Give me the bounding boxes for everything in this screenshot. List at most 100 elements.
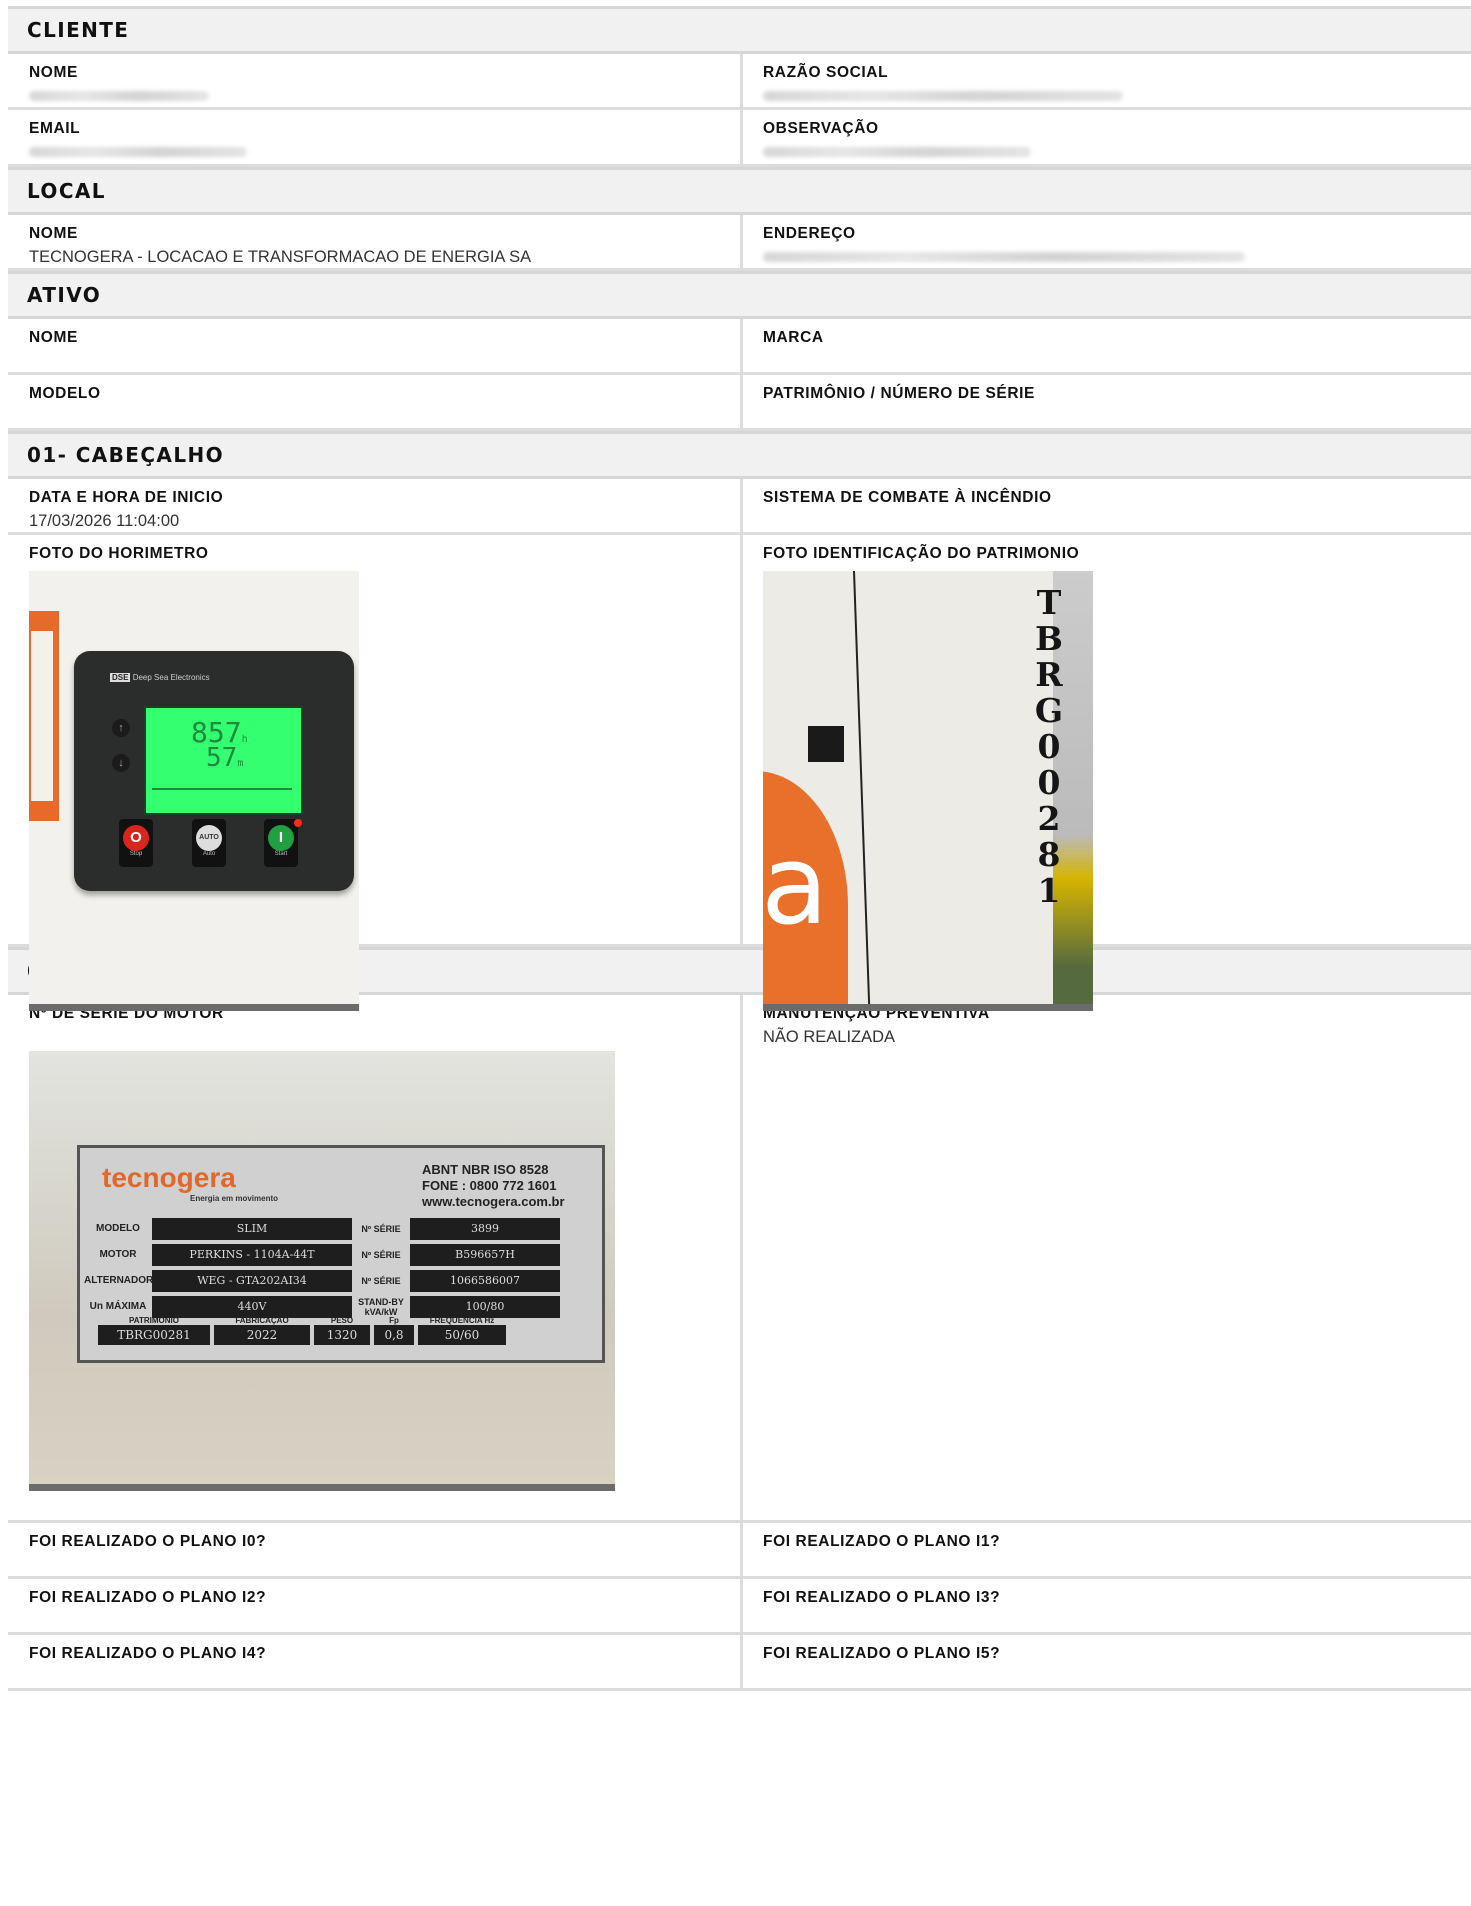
plate-site: www.tecnogera.com.br xyxy=(422,1194,565,1209)
plano-row: FOI REALIZADO O PLANO I4? FOI REALIZADO O… xyxy=(8,1635,1471,1691)
auto-button: AUTO Auto xyxy=(192,819,226,867)
stop-button: O Stop xyxy=(119,819,153,867)
orange-logo-letter: a xyxy=(763,821,829,949)
planos-list: FOI REALIZADO O PLANO I0? FOI REALIZADO O… xyxy=(8,1523,1471,1691)
plate-row-label: ALTERNADOR xyxy=(84,1275,154,1286)
ativo-nome-cell: NOME xyxy=(8,319,743,372)
plate-row-serie-label: Nº SÉRIE xyxy=(361,1275,401,1286)
plate-row-serie-label: Nº SÉRIE xyxy=(361,1223,401,1234)
plate-norm: ABNT NBR ISO 8528 xyxy=(422,1162,549,1177)
plano-row: FOI REALIZADO O PLANO I2? FOI REALIZADO O… xyxy=(8,1579,1471,1635)
inspection-report: CLIENTE NOME RAZÃO SOCIAL EMAIL OBSERVAÇ… xyxy=(8,6,1471,1691)
stencil-char: 8 xyxy=(1037,835,1061,874)
local-row-1: NOME TECNOGERA - LOCACAO E TRANSFORMACAO… xyxy=(8,215,1471,271)
status-led-icon xyxy=(294,819,302,827)
motor-serie-cell: Nº DE SERIE DO MOTOR tecnogera Energia e… xyxy=(8,995,743,1520)
manut-value: NÃO REALIZADA xyxy=(763,1028,896,1046)
plate-row-serie-label: STAND-BY kVA/kW xyxy=(358,1296,404,1317)
ativo-nome-label: NOME xyxy=(29,329,78,346)
nameplate: tecnogera Energia em movimento ABNT NBR … xyxy=(77,1145,605,1363)
start-button: I Start xyxy=(264,819,298,867)
plate-bottom-header: PATRIMÔNIO xyxy=(129,1316,179,1325)
plate-bottom-value: 2022 xyxy=(214,1325,310,1345)
controller-brand: DSE Deep Sea Electronics xyxy=(110,673,210,682)
plate-bottom-value: TBRG00281 xyxy=(98,1325,210,1345)
controller-panel: DSE Deep Sea Electronics ↑ ↓ 857h 57m O … xyxy=(74,651,354,891)
data-hora-label: DATA E HORA DE INICIO xyxy=(29,489,224,506)
cliente-obs-label: OBSERVAÇÃO xyxy=(763,120,879,137)
plate-phone: FONE : 0800 772 1601 xyxy=(422,1178,557,1193)
stencil-char: 1 xyxy=(1037,871,1061,910)
plano-label: FOI REALIZADO O PLANO I5? xyxy=(763,1645,1001,1662)
ativo-row-1: NOME MARCA xyxy=(8,319,1471,375)
plate-row-serie: 100/80 xyxy=(410,1295,560,1318)
patrimonio-photo[interactable]: a TBRG00281 xyxy=(763,571,1093,1011)
arrow-down-icon: ↓ xyxy=(112,754,130,772)
plate-row-serie: 3899 xyxy=(410,1217,560,1240)
local-nome-label: NOME xyxy=(29,225,78,242)
ativo-patrimonio-cell: PATRIMÔNIO / NÚMERO DE SÉRIE xyxy=(743,375,1471,428)
cliente-obs-cell: OBSERVAÇÃO xyxy=(743,110,1471,164)
ativo-marca-label: MARCA xyxy=(763,329,824,346)
cabecalho-row-2: FOTO DO HORIMETRO DSE Deep Sea Electroni… xyxy=(8,535,1471,1011)
stencil-char: 0 xyxy=(1037,763,1061,802)
plano-label: FOI REALIZADO O PLANO I2? xyxy=(29,1589,267,1606)
cliente-razao-cell: RAZÃO SOCIAL xyxy=(743,54,1471,107)
plate-bottom-header: FREQUÊNCIA Hz xyxy=(429,1316,495,1325)
local-endereco-cell: ENDEREÇO xyxy=(743,215,1471,268)
plano-row: FOI REALIZADO O PLANO I0? FOI REALIZADO O… xyxy=(8,1523,1471,1579)
plano-label: FOI REALIZADO O PLANO I4? xyxy=(29,1645,267,1662)
sistema-incendio-label: SISTEMA DE COMBATE À INCÊNDIO xyxy=(763,489,1052,506)
plate-bottom-header: FABRICAÇÃO xyxy=(235,1316,289,1325)
plate-row-label: MODELO xyxy=(96,1223,140,1234)
plano-cell: FOI REALIZADO O PLANO I3? xyxy=(743,1579,1471,1632)
stencil-text: TBRG00281 xyxy=(1033,585,1065,909)
panel-seam xyxy=(853,571,871,1011)
cliente-email-cell: EMAIL xyxy=(8,110,743,164)
plate-bottom-header: PESO xyxy=(330,1316,354,1325)
photo-timestamp xyxy=(29,1484,615,1491)
plate-bottom-value: 50/60 xyxy=(418,1325,506,1345)
cliente-row-2: EMAIL OBSERVAÇÃO xyxy=(8,110,1471,167)
section-ativo-header: ATIVO xyxy=(8,271,1471,319)
plate-row-value: 440V xyxy=(152,1295,352,1318)
plate-row-value: SLIM xyxy=(152,1217,352,1240)
lcd-bar xyxy=(152,788,292,790)
arrow-up-icon: ↑ xyxy=(112,719,130,737)
controller-lcd: 857h 57m xyxy=(144,706,303,815)
cliente-email-label: EMAIL xyxy=(29,120,81,137)
motor-plate-photo[interactable]: tecnogera Energia em movimento ABNT NBR … xyxy=(29,1051,615,1491)
local-nome-value: TECNOGERA - LOCACAO E TRANSFORMACAO DE E… xyxy=(29,248,532,266)
redacted-value xyxy=(763,252,1245,262)
sistema-incendio-cell: SISTEMA DE COMBATE À INCÊNDIO xyxy=(743,479,1471,532)
cliente-nome-label: NOME xyxy=(29,64,78,81)
sticker-decal-inner xyxy=(31,631,53,801)
cliente-nome-cell: NOME xyxy=(8,54,743,107)
horimetro-photo[interactable]: DSE Deep Sea Electronics ↑ ↓ 857h 57m O … xyxy=(29,571,359,1011)
controller-brand-name: Deep Sea Electronics xyxy=(132,673,210,682)
plate-row: MOTOR PERKINS - 1104A-44T Nº SÉRIE B596657H xyxy=(84,1242,602,1267)
cliente-row-1: NOME RAZÃO SOCIAL xyxy=(8,54,1471,110)
plano-label: FOI REALIZADO O PLANO I0? xyxy=(29,1533,267,1550)
cabecalho-row-1: DATA E HORA DE INICIO 17/03/2026 11:04:0… xyxy=(8,479,1471,535)
plano-cell: FOI REALIZADO O PLANO I4? xyxy=(8,1635,743,1688)
plate-row-value: PERKINS - 1104A-44T xyxy=(152,1243,352,1266)
plano-cell: FOI REALIZADO O PLANO I1? xyxy=(743,1523,1471,1576)
dse-logo: DSE xyxy=(110,673,131,682)
plate-brand: tecnogera xyxy=(102,1162,236,1193)
plate-row: MODELO SLIM Nº SÉRIE 3899 xyxy=(84,1216,602,1241)
plano-cell: FOI REALIZADO O PLANO I5? xyxy=(743,1635,1471,1688)
plate-row-label: Un MÁXIMA xyxy=(89,1301,147,1312)
ativo-modelo-label: MODELO xyxy=(29,385,101,402)
data-hora-cell: DATA E HORA DE INICIO 17/03/2026 11:04:0… xyxy=(8,479,743,532)
ativo-row-2: MODELO PATRIMÔNIO / NÚMERO DE SÉRIE xyxy=(8,375,1471,431)
plate-row-serie: 1066586007 xyxy=(410,1269,560,1292)
ativo-modelo-cell: MODELO xyxy=(8,375,743,428)
plate-bottom-headers: PATRIMÔNIO FABRICAÇÃO PESO Fp FREQUÊNCIA Hz xyxy=(98,1316,598,1325)
motor-row-1: Nº DE SERIE DO MOTOR tecnogera Energia e… xyxy=(8,995,1471,1523)
ativo-patrimonio-label: PATRIMÔNIO / NÚMERO DE SÉRIE xyxy=(763,385,1035,402)
photo-timestamp xyxy=(763,1004,1093,1011)
plate-row-value: WEG - GTA202AI34 xyxy=(152,1269,352,1292)
plate-slogan: Energia em movimento xyxy=(190,1194,279,1203)
cliente-razao-label: RAZÃO SOCIAL xyxy=(763,64,889,81)
